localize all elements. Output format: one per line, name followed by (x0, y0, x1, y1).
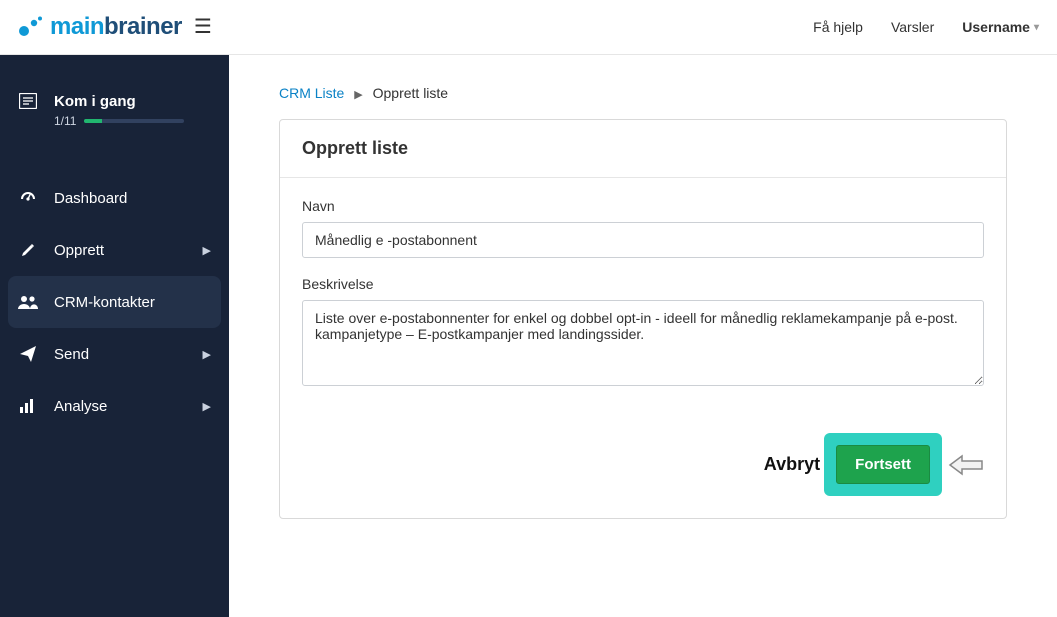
breadcrumb-separator-icon: ▶ (354, 89, 362, 101)
sidebar-item-create[interactable]: Opprett ▶ (0, 224, 229, 276)
arrow-left-callout-icon (948, 453, 984, 477)
onboard-title: Kom i gang (54, 93, 184, 110)
bar-chart-icon (18, 399, 38, 413)
topbar: mainbrainer ☰ Få hjelp Varsler Username … (0, 0, 1057, 55)
main-content: CRM Liste ▶ Opprett liste Opprett liste … (229, 55, 1057, 617)
onboard-progress-bar (84, 119, 184, 123)
logo-text: mainbrainer (50, 13, 182, 41)
chevron-down-icon: ▾ (1034, 22, 1039, 33)
continue-button[interactable]: Fortsett (836, 445, 930, 484)
sidebar-item-crm-contacts[interactable]: CRM-kontakter (8, 276, 221, 328)
alerts-link[interactable]: Varsler (891, 19, 934, 35)
description-textarea[interactable] (302, 300, 984, 386)
cancel-button[interactable]: Avbryt (764, 454, 820, 475)
description-label: Beskrivelse (302, 276, 984, 292)
logo[interactable]: mainbrainer (18, 13, 182, 41)
sidebar-item-label: Dashboard (54, 190, 127, 207)
onboard-count: 1/11 (54, 114, 76, 128)
paper-plane-icon (18, 346, 38, 362)
sidebar: Kom i gang 1/11 Dashboard Opprett ▶ (0, 55, 229, 617)
sidebar-item-label: Opprett (54, 242, 104, 259)
sidebar-item-analyze[interactable]: Analyse ▶ (0, 380, 229, 432)
sidebar-item-label: Send (54, 346, 89, 363)
sidebar-item-label: Analyse (54, 398, 107, 415)
menu-toggle-icon[interactable]: ☰ (194, 17, 212, 37)
sidebar-item-label: CRM-kontakter (54, 294, 155, 311)
sidebar-item-dashboard[interactable]: Dashboard (0, 172, 229, 224)
pencil-icon (18, 242, 38, 258)
sidebar-onboarding[interactable]: Kom i gang 1/11 (0, 93, 229, 128)
users-icon (18, 294, 38, 310)
checklist-icon (18, 93, 38, 109)
create-list-card: Opprett liste Navn Beskrivelse Avbryt Fo… (279, 119, 1007, 519)
chevron-right-icon: ▶ (203, 244, 211, 257)
breadcrumb: CRM Liste ▶ Opprett liste (279, 85, 1007, 101)
sidebar-item-send[interactable]: Send ▶ (0, 328, 229, 380)
continue-highlight: Fortsett (824, 433, 984, 496)
name-input[interactable] (302, 222, 984, 258)
logo-dots-icon (18, 15, 44, 39)
gauge-icon (18, 189, 38, 207)
chevron-right-icon: ▶ (203, 348, 211, 361)
username-label: Username (962, 19, 1030, 35)
chevron-right-icon: ▶ (203, 400, 211, 413)
breadcrumb-root-link[interactable]: CRM Liste (279, 85, 344, 101)
breadcrumb-current: Opprett liste (373, 85, 448, 101)
card-title: Opprett liste (280, 120, 1006, 178)
name-label: Navn (302, 198, 984, 214)
help-link[interactable]: Få hjelp (813, 19, 863, 35)
topbar-left: mainbrainer ☰ (18, 13, 212, 41)
topbar-right: Få hjelp Varsler Username ▾ (813, 19, 1039, 35)
user-menu[interactable]: Username ▾ (962, 19, 1039, 35)
